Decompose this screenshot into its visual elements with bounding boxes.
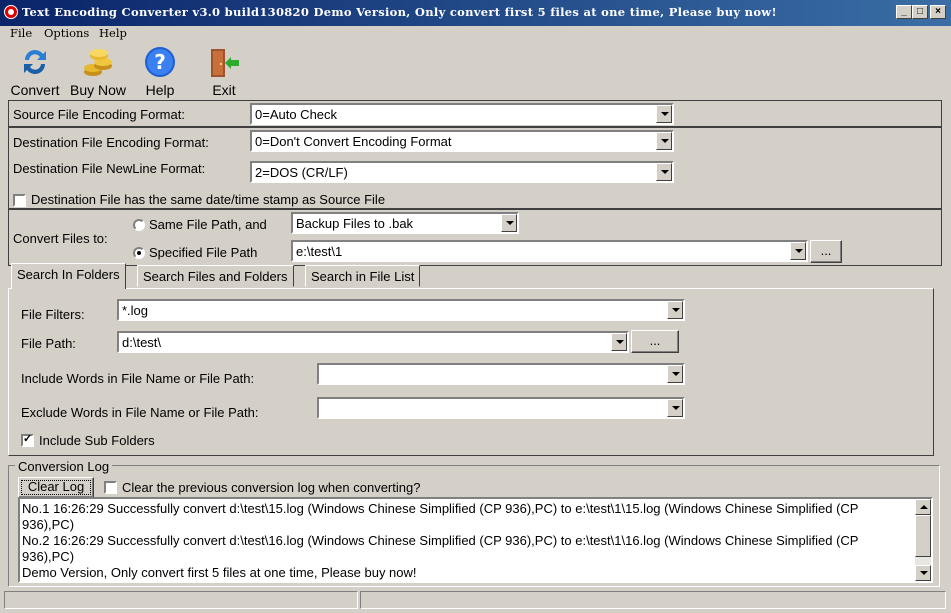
specified-path-radio[interactable] xyxy=(133,247,145,259)
chevron-down-icon[interactable] xyxy=(501,214,517,232)
timestamp-label: Destination File has the same date/time … xyxy=(31,192,386,207)
gold-coins-icon xyxy=(84,49,112,76)
title-bar: Text Encoding Converter v3.0 build130820… xyxy=(0,0,951,26)
file-filters-label: File Filters: xyxy=(21,307,85,322)
backup-value: Backup Files to .bak xyxy=(296,216,414,231)
dest-encoding-select[interactable]: 0=Don't Convert Encoding Format xyxy=(250,130,674,152)
help-button[interactable]: ? Help xyxy=(130,46,190,98)
tab-search-in-file-list[interactable]: Search in File List xyxy=(305,265,421,287)
exclude-words-label: Exclude Words in File Name or File Path: xyxy=(21,405,259,420)
convert-to-panel: Convert Files to: Same File Path, and Ba… xyxy=(8,209,942,266)
maximize-button[interactable]: □ xyxy=(912,5,928,19)
svg-text:?: ? xyxy=(154,50,166,74)
source-encoding-panel: Source File Encoding Format: 0=Auto Chec… xyxy=(8,100,942,127)
file-path-browse-button[interactable]: ... xyxy=(631,330,679,353)
status-pane-1 xyxy=(4,591,358,609)
menu-help[interactable]: Help xyxy=(99,26,127,40)
log-scrollbar[interactable] xyxy=(915,499,931,581)
tab-search-in-folders[interactable]: Search In Folders xyxy=(11,263,126,289)
source-encoding-select[interactable]: 0=Auto Check xyxy=(250,103,674,125)
menu-bar: File Options Help xyxy=(0,26,951,45)
exit-label: Exit xyxy=(212,82,236,98)
same-path-label: Same File Path, and xyxy=(149,217,267,232)
close-button[interactable]: × xyxy=(930,5,946,19)
window-title: Text Encoding Converter v3.0 build130820… xyxy=(22,5,777,19)
chevron-down-icon[interactable] xyxy=(667,399,683,417)
source-encoding-value: 0=Auto Check xyxy=(255,107,338,122)
buy-now-button[interactable]: Buy Now xyxy=(68,46,128,98)
file-filters-value: *.log xyxy=(122,303,149,318)
chevron-down-icon[interactable] xyxy=(611,333,627,351)
convert-to-label: Convert Files to: xyxy=(13,231,108,246)
status-pane-2 xyxy=(360,591,946,609)
help-label: Help xyxy=(145,82,175,98)
newline-select[interactable]: 2=DOS (CR/LF) xyxy=(250,161,674,183)
log-line: Demo Version, Only convert first 5 files… xyxy=(22,565,417,580)
file-path-label: File Path: xyxy=(21,336,76,351)
chevron-down-icon[interactable] xyxy=(667,365,683,383)
file-path-select[interactable]: d:\test\ xyxy=(117,331,629,353)
clear-log-button[interactable]: Clear Log xyxy=(18,477,94,498)
specified-path-select[interactable]: e:\test\1 xyxy=(291,240,808,262)
specified-path-label: Specified File Path xyxy=(149,245,258,260)
specified-path-browse-button[interactable]: ... xyxy=(810,240,842,263)
destination-panel: Destination File Encoding Format: 0=Don'… xyxy=(8,127,942,209)
log-line: No.1 16:26:29 Successfully convert d:\te… xyxy=(22,501,859,532)
clear-log-option-checkbox[interactable] xyxy=(104,481,117,494)
menu-options[interactable]: Options xyxy=(44,26,89,40)
convert-button[interactable]: Convert xyxy=(5,46,65,98)
minimize-button[interactable]: _ xyxy=(896,5,912,19)
include-words-label: Include Words in File Name or File Path: xyxy=(21,371,255,386)
scroll-thumb[interactable] xyxy=(915,515,931,557)
convert-label: Convert xyxy=(10,82,60,98)
help-question-icon: ? xyxy=(145,47,175,77)
chevron-down-icon[interactable] xyxy=(656,105,672,123)
newline-label: Destination File NewLine Format: xyxy=(13,161,206,176)
convert-arrows-icon xyxy=(24,50,46,75)
exit-door-icon xyxy=(211,49,239,77)
specified-path-value: e:\test\1 xyxy=(296,244,343,259)
file-path-value: d:\test\ xyxy=(122,335,162,350)
include-words-select[interactable] xyxy=(317,363,685,385)
exclude-words-select[interactable] xyxy=(317,397,685,419)
timestamp-checkbox[interactable] xyxy=(13,194,26,207)
chevron-down-icon[interactable] xyxy=(790,242,806,260)
dest-encoding-label: Destination File Encoding Format: xyxy=(13,135,209,150)
log-line: No.2 16:26:29 Successfully convert d:\te… xyxy=(22,533,859,564)
include-subfolders-label: Include Sub Folders xyxy=(39,433,155,448)
file-filters-select[interactable]: *.log xyxy=(117,299,685,321)
conversion-log-title: Conversion Log xyxy=(15,459,113,474)
chevron-down-icon[interactable] xyxy=(667,301,683,319)
include-subfolders-checkbox[interactable] xyxy=(21,432,34,447)
log-textarea[interactable]: No.1 16:26:29 Successfully convert d:\te… xyxy=(18,497,933,583)
scroll-up-icon[interactable] xyxy=(915,499,931,515)
newline-value: 2=DOS (CR/LF) xyxy=(255,165,348,180)
source-encoding-label: Source File Encoding Format: xyxy=(13,107,185,122)
app-icon xyxy=(4,5,18,19)
dest-encoding-value: 0=Don't Convert Encoding Format xyxy=(255,134,452,149)
menu-file[interactable]: File xyxy=(10,26,32,40)
same-path-radio[interactable] xyxy=(133,219,145,231)
chevron-down-icon[interactable] xyxy=(656,132,672,150)
backup-select[interactable]: Backup Files to .bak xyxy=(291,212,519,234)
buy-now-label: Buy Now xyxy=(69,82,127,98)
tab-search-files-and-folders[interactable]: Search Files and Folders xyxy=(137,265,294,287)
clear-log-option-label: Clear the previous conversion log when c… xyxy=(122,480,421,495)
exit-button[interactable]: Exit xyxy=(194,46,254,98)
search-panel: File Filters: *.log File Path: d:\test\ … xyxy=(8,288,934,456)
chevron-down-icon[interactable] xyxy=(656,163,672,181)
scroll-down-icon[interactable] xyxy=(915,565,931,581)
